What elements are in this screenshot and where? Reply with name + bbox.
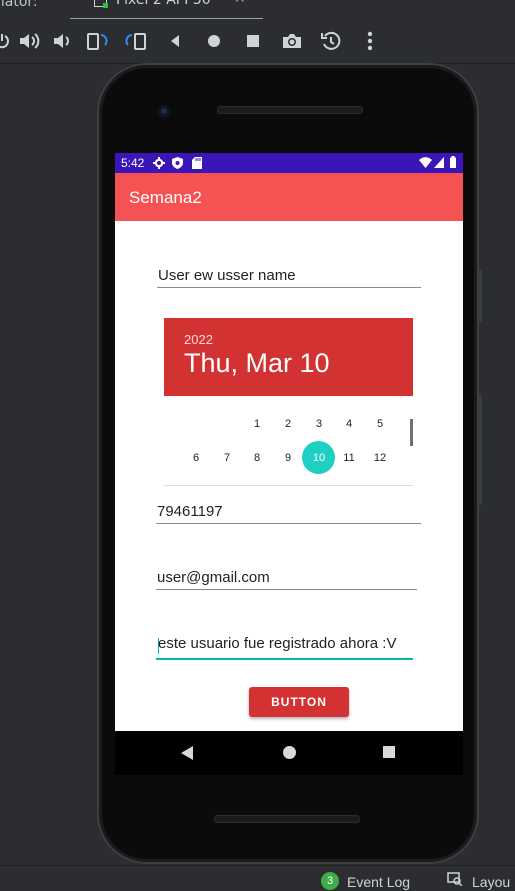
ide-status-bar: 3 Event Log Layou (0, 865, 515, 891)
calendar-day[interactable]: 7 (212, 448, 242, 468)
battery-icon (450, 156, 456, 168)
settings-icon (153, 157, 165, 169)
signal-icon (434, 157, 444, 168)
rotate-left-icon[interactable] (85, 29, 109, 53)
date-picker-date: Thu, Mar 10 (184, 348, 330, 378)
power-button[interactable] (478, 270, 482, 322)
snapshot-icon[interactable] (319, 29, 343, 53)
shield-icon (172, 157, 183, 169)
event-count-badge: 3 (321, 872, 339, 890)
more-icon[interactable] (358, 29, 382, 53)
screenshot-icon[interactable] (280, 29, 304, 53)
back-icon[interactable] (163, 29, 187, 53)
phone-value: 79461197 (157, 503, 223, 520)
nav-back-icon[interactable] (181, 746, 193, 760)
calendar-day[interactable]: 4 (334, 414, 364, 434)
calendar-day[interactable]: 9 (273, 448, 303, 468)
rotate-right-icon[interactable] (124, 29, 148, 53)
app-title: Semana2 (129, 188, 202, 207)
bottom-speaker (214, 815, 360, 823)
volume-rocker[interactable] (478, 395, 482, 505)
calendar-day[interactable]: 3 (304, 414, 334, 434)
status-time: 5:42 (121, 156, 145, 170)
username-field[interactable]: User ew usser name (157, 263, 421, 288)
status-bar: 5:42 (115, 153, 463, 173)
ide-tab-bar: ulator: Pixel 2 API 30 ✕ (0, 0, 515, 20)
note-value: este usuario fue registrado ahora :V (157, 635, 396, 655)
device-tab[interactable]: Pixel 2 API 30 ✕ (70, 0, 263, 20)
calendar-scrollbar[interactable] (410, 419, 413, 446)
date-picker-year[interactable]: 2022 (184, 332, 213, 347)
calendar-day[interactable]: 12 (365, 448, 395, 468)
calendar-day[interactable]: 5 (365, 414, 395, 434)
front-camera (158, 105, 170, 117)
username-value: User ew usser name (158, 267, 296, 284)
device-screen: 5:42 Semana2 User ew usser name 2022 Thu… (115, 153, 463, 731)
calendar-day[interactable]: 2 (273, 414, 303, 434)
calendar-day[interactable]: 1 (242, 414, 272, 434)
navigation-bar (115, 731, 463, 775)
home-icon[interactable] (202, 29, 226, 53)
volume-up-icon[interactable] (17, 29, 41, 53)
event-log-button[interactable]: Event Log (347, 874, 410, 890)
device-tab-label: Pixel 2 API 30 (116, 0, 211, 8)
emulator-tab-label[interactable]: ulator: (0, 0, 38, 10)
nav-recents-icon[interactable] (383, 746, 395, 758)
earpiece-speaker (217, 106, 363, 114)
device-frame: 5:42 Semana2 User ew usser name 2022 Thu… (99, 65, 482, 862)
email-value: user@gmail.com (157, 569, 270, 586)
app-bar: Semana2 (115, 173, 463, 221)
layout-inspector-button[interactable]: Layou (472, 874, 510, 890)
note-field[interactable]: este usuario fue registrado ahora :V (156, 634, 413, 660)
close-tab-icon[interactable]: ✕ (234, 0, 246, 7)
calendar-day[interactable]: 8 (242, 448, 272, 468)
calendar-divider (164, 485, 413, 486)
calendar-day[interactable]: 6 (181, 448, 211, 468)
overview-icon[interactable] (241, 29, 265, 53)
note-text: este usuario fue registrado ahora :V (158, 635, 397, 652)
submit-button[interactable]: BUTTON (249, 687, 349, 717)
power-icon[interactable] (0, 29, 14, 53)
emulator-toolbar (0, 19, 515, 64)
nav-home-icon[interactable] (283, 746, 296, 759)
date-picker-header: 2022 Thu, Mar 10 (164, 318, 413, 396)
phone-field[interactable]: 79461197 (156, 499, 421, 524)
device-icon (94, 0, 108, 8)
layout-inspector-icon (447, 872, 463, 886)
calendar-day-selected[interactable]: 10 (304, 448, 334, 468)
wifi-icon (419, 157, 432, 168)
volume-down-icon[interactable] (50, 29, 74, 53)
sd-card-icon (192, 157, 202, 169)
calendar-day[interactable]: 11 (334, 448, 364, 468)
email-field[interactable]: user@gmail.com (156, 565, 417, 590)
